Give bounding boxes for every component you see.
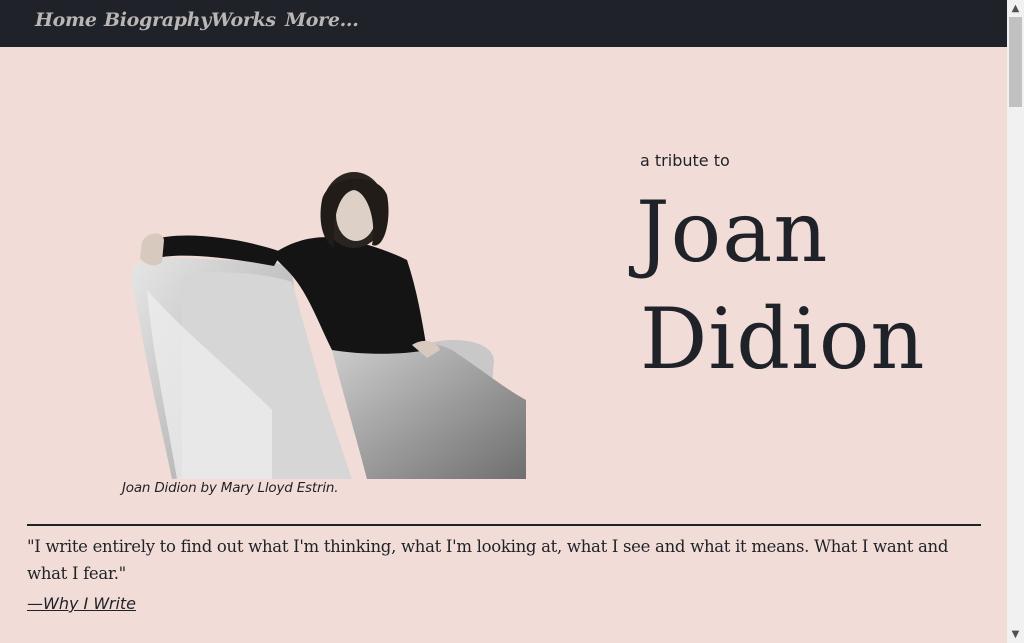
scroll-thumb[interactable] bbox=[1009, 17, 1022, 107]
quote-text: "I write entirely to find out what I'm t… bbox=[27, 537, 949, 583]
tribute-label: a tribute to bbox=[640, 151, 730, 170]
page-title-line-2: Didion bbox=[640, 290, 926, 388]
nav-link-biography[interactable]: Biography bbox=[104, 9, 211, 31]
vertical-scrollbar[interactable]: ▲ ▼ bbox=[1007, 0, 1024, 643]
nav-link-more[interactable]: More... bbox=[285, 9, 359, 31]
section-divider bbox=[27, 524, 981, 526]
top-navbar: Home Biography Works More... bbox=[0, 0, 1007, 47]
joan-didion-photo bbox=[131, 172, 526, 479]
scroll-down-arrow-icon[interactable]: ▼ bbox=[1007, 626, 1024, 643]
scroll-up-arrow-icon[interactable]: ▲ bbox=[1007, 0, 1024, 17]
photo-caption: Joan Didion by Mary Lloyd Estrin. bbox=[122, 480, 339, 496]
nav-link-home[interactable]: Home bbox=[35, 9, 97, 31]
nav-link-works[interactable]: Works bbox=[211, 9, 276, 31]
page: Home Biography Works More... Joan Didion… bbox=[0, 0, 1007, 643]
quote-source-link[interactable]: —Why I Write bbox=[27, 594, 136, 613]
page-title-line-1: Joan bbox=[636, 183, 829, 281]
